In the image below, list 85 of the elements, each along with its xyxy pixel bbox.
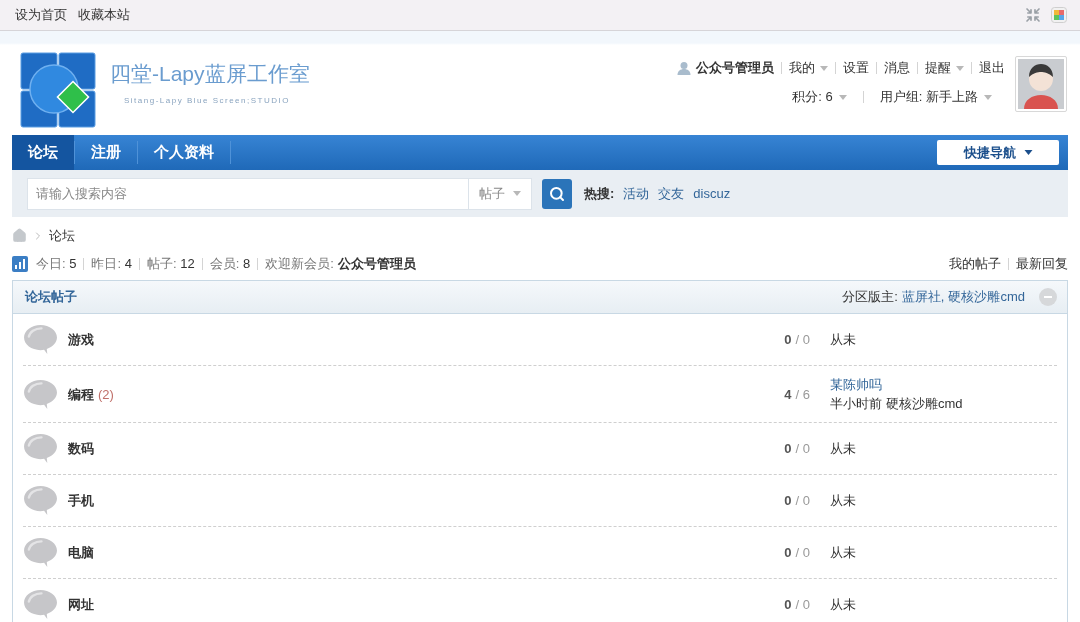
thread-count: 0 [784, 441, 792, 456]
search-button[interactable] [542, 178, 572, 209]
user-name[interactable]: 公众号管理员 [696, 58, 774, 78]
last-post-author[interactable]: 硬核沙雕cmd [886, 394, 963, 413]
speech-bubble-icon [23, 378, 58, 410]
avatar-silhouette-icon [1018, 59, 1064, 109]
reply-count: / 6 [795, 386, 810, 402]
reply-count: / 0 [795, 332, 810, 347]
user-menu-link[interactable]: 设置 [843, 58, 869, 78]
caret-icon [838, 94, 847, 100]
board-name[interactable]: 手机 [68, 493, 94, 508]
search-input[interactable]: 请输入搜索内容 [27, 177, 468, 210]
reply-count: / 0 [795, 493, 810, 508]
stat-text: 会员: 8 [209, 255, 251, 274]
nav-tab[interactable]: 个人资料 [138, 135, 230, 170]
user-menu-link[interactable]: 我的 [789, 58, 828, 78]
moderator-link[interactable]: 硬核沙雕cmd [948, 287, 1025, 307]
last-post-text: 从未 [830, 441, 857, 456]
stats-link[interactable]: 我的帖子 [949, 254, 1001, 274]
speech-bubble-icon [23, 537, 58, 568]
stat-text: 今日: 5 [36, 255, 77, 274]
avatar[interactable] [1015, 56, 1067, 112]
welcome-label: 欢迎新会员: [265, 255, 334, 274]
nav-tab[interactable]: 注册 [75, 135, 137, 170]
reply-count: / 0 [795, 597, 810, 612]
thread-count: 0 [784, 332, 792, 347]
app-tile-icon[interactable] [1051, 7, 1067, 23]
top-link[interactable]: 设为首页 [15, 5, 67, 25]
thread-count: 0 [784, 597, 792, 612]
collapse-icon[interactable] [1039, 288, 1057, 306]
user-menu-link[interactable]: 消息 [884, 58, 910, 78]
board-name[interactable]: 编程 [68, 386, 94, 402]
bar-chart-icon [12, 256, 28, 272]
speech-bubble-icon [23, 589, 58, 620]
last-post-text: 从未 [830, 332, 857, 347]
last-post-text: 从未 [830, 597, 857, 612]
board-name[interactable]: 电脑 [68, 545, 94, 560]
thread-count: 0 [784, 545, 792, 560]
caret-icon [820, 65, 828, 71]
speech-bubble-icon [23, 433, 58, 464]
reply-count: / 0 [795, 545, 810, 560]
top-link[interactable]: 收藏本站 [78, 5, 130, 25]
home-icon[interactable] [12, 228, 27, 243]
logo-subtitle: Sitang-Lapy Blue Screen;STUDIO [124, 96, 291, 106]
hot-search-link[interactable]: discuz [693, 183, 731, 204]
moderators-label: 分区版主: [842, 288, 898, 307]
caret-icon [513, 191, 521, 196]
last-post-time: 半小时前 [830, 395, 882, 413]
speech-bubble-icon [23, 485, 58, 516]
last-post-text: 从未 [830, 493, 857, 508]
shrink-icon[interactable] [1025, 7, 1041, 23]
last-post-link[interactable]: 某陈帅吗 [830, 375, 1057, 394]
quick-nav-button[interactable]: 快捷导航 [937, 140, 1059, 165]
last-post-text: 从未 [830, 545, 857, 560]
hot-search-link[interactable]: 活动 [623, 183, 650, 204]
user-info-link[interactable]: 用户组: 新手上路 [879, 87, 992, 107]
caret-icon [956, 65, 964, 71]
stat-text: 昨日: 4 [91, 255, 132, 274]
user-menu-link[interactable]: 提醒 [925, 58, 964, 78]
reply-count: / 0 [795, 441, 810, 456]
moderator-link[interactable]: 蓝屏社, [901, 287, 945, 307]
hot-search-label: 热搜: [584, 184, 615, 203]
stat-text: 帖子: 12 [146, 255, 195, 274]
board-name[interactable]: 游戏 [68, 332, 94, 347]
logo-title: 四堂-Lapy蓝屏工作室 [110, 61, 310, 87]
user-icon [677, 61, 691, 75]
new-member-link[interactable]: 公众号管理员 [337, 254, 416, 274]
caret-icon [1023, 150, 1033, 155]
thread-count: 4 [784, 386, 792, 402]
nav-tab[interactable]: 论坛 [12, 135, 74, 170]
forum-title[interactable]: 论坛帖子 [25, 287, 77, 307]
user-menu-link[interactable]: 退出 [979, 58, 1005, 78]
stats-link[interactable]: 最新回复 [1016, 254, 1068, 274]
user-info-link[interactable]: 积分: 6 [792, 87, 847, 107]
logo-icon [20, 52, 96, 128]
board-name[interactable]: 网址 [68, 597, 94, 612]
breadcrumb-link[interactable]: 论坛 [49, 225, 75, 246]
thread-count: 0 [784, 493, 792, 508]
search-icon [549, 185, 565, 202]
new-post-count: (2) [98, 386, 114, 402]
board-name[interactable]: 数码 [68, 441, 94, 456]
speech-bubble-icon [23, 324, 58, 355]
search-type-select[interactable]: 帖子 [468, 177, 532, 210]
hot-search-link[interactable]: 交友 [658, 183, 685, 204]
caret-icon [984, 94, 992, 100]
